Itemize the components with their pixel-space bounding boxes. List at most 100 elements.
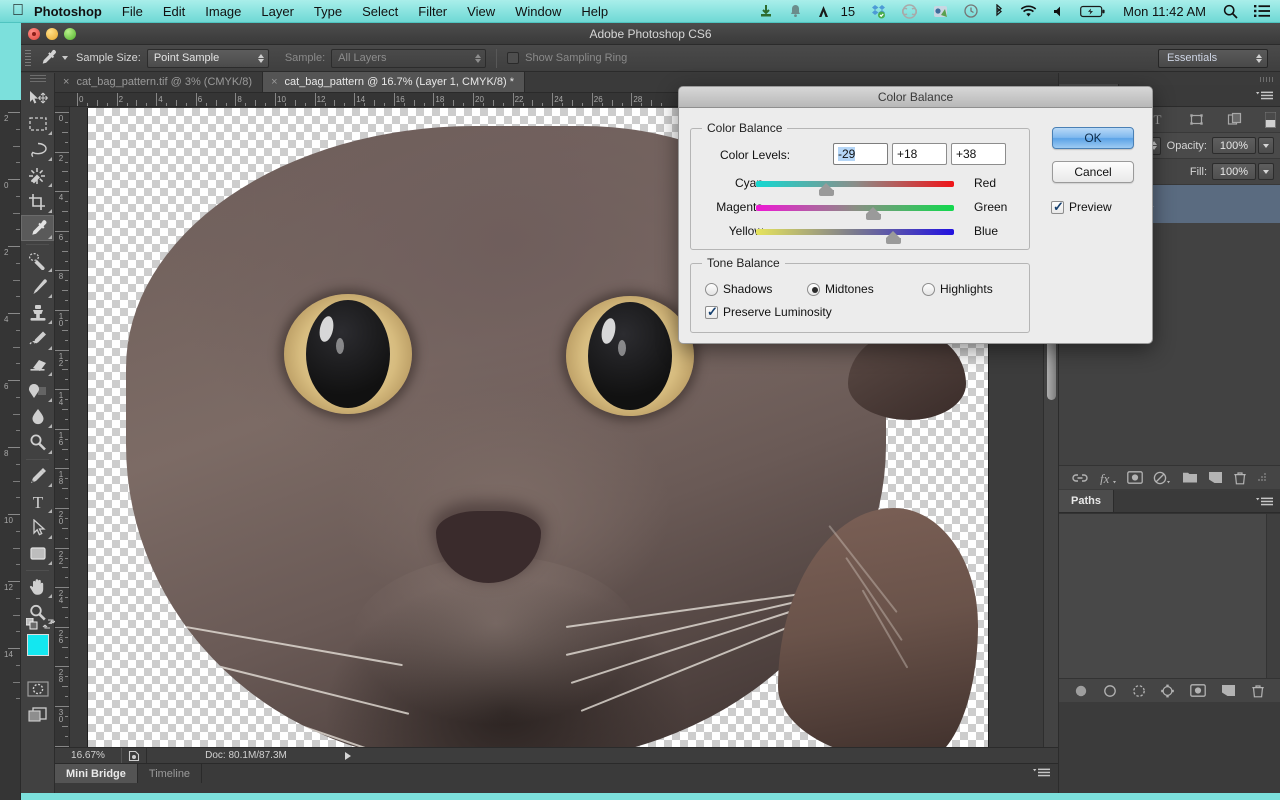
magenta-green-track[interactable] — [756, 205, 954, 211]
blur-tool[interactable] — [21, 404, 54, 430]
filter-toggle-icon[interactable] — [1265, 112, 1276, 128]
menu-item-image[interactable]: Image — [195, 4, 251, 19]
magenta-green-knob[interactable] — [866, 207, 881, 220]
window-title-bar[interactable]: Adobe Photoshop CS6 — [21, 23, 1280, 45]
fill-value[interactable]: 100% — [1212, 163, 1256, 180]
tab-mini-bridge[interactable]: Mini Bridge — [55, 764, 138, 783]
history-brush-tool[interactable] — [21, 326, 54, 352]
link-layers-icon[interactable] — [1072, 471, 1088, 485]
radio-shadows[interactable]: Shadows — [705, 282, 772, 296]
new-layer-icon[interactable] — [1208, 471, 1223, 484]
zoom-button[interactable] — [64, 28, 76, 40]
delete-layer-icon[interactable] — [1233, 471, 1247, 485]
download-icon[interactable] — [751, 4, 781, 18]
search-icon[interactable] — [1215, 4, 1246, 19]
layer-style-fx-icon[interactable]: fx — [1099, 471, 1117, 485]
rectangular-marquee-tool[interactable] — [21, 111, 54, 137]
lasso-tool[interactable] — [21, 137, 54, 163]
bell-icon[interactable] — [781, 4, 810, 18]
pen-tool[interactable] — [21, 463, 54, 489]
battery-icon[interactable] — [1072, 5, 1114, 18]
filter-shape-icon[interactable] — [1189, 112, 1204, 127]
wifi-icon[interactable] — [1012, 5, 1045, 18]
radio-midtones[interactable]: Midtones — [807, 282, 874, 296]
vertical-ruler[interactable]: 02468101214161820222426283032 — [55, 107, 70, 793]
paths-list[interactable] — [1059, 513, 1280, 678]
spot-healing-brush-tool[interactable] — [21, 248, 54, 274]
panel-resize-grip[interactable] — [1258, 473, 1267, 482]
opacity-value[interactable]: 100% — [1212, 137, 1256, 154]
color-level-blue-input[interactable]: +38 — [951, 143, 1006, 165]
play-arrow-icon[interactable] — [345, 752, 351, 760]
dialog-title-bar[interactable]: Color Balance — [679, 87, 1152, 108]
gradient-tool[interactable] — [21, 378, 54, 404]
path-selection-tool[interactable] — [21, 515, 54, 541]
foreground-color-swatch[interactable] — [27, 634, 49, 656]
close-icon[interactable]: × — [271, 76, 277, 88]
preserve-luminosity-checkbox[interactable]: Preserve Luminosity — [705, 305, 832, 319]
apple-icon[interactable]:  — [12, 3, 24, 19]
menu-item-layer[interactable]: Layer — [251, 4, 304, 19]
cancel-button[interactable]: Cancel — [1052, 161, 1134, 183]
minimize-button[interactable] — [46, 28, 58, 40]
menu-item-type[interactable]: Type — [304, 4, 352, 19]
workspace-switcher[interactable]: Essentials — [1158, 49, 1268, 68]
magic-wand-tool[interactable] — [21, 163, 54, 189]
crop-tool[interactable] — [21, 189, 54, 215]
panel-menu-icon[interactable] — [1256, 90, 1274, 101]
document-tab-0[interactable]: × cat_bag_pattern.tif @ 3% (CMYK/8) — [55, 72, 263, 92]
cyan-red-track[interactable] — [756, 181, 954, 187]
close-icon[interactable]: × — [63, 76, 69, 88]
cyan-red-knob[interactable] — [819, 183, 834, 196]
bluetooth-icon[interactable] — [986, 4, 1012, 18]
move-tool[interactable] — [21, 85, 54, 111]
sample-select[interactable]: All Layers — [331, 49, 486, 68]
adjustment-layer-icon[interactable] — [1153, 471, 1171, 485]
tool-preset-chevron-down-icon[interactable] — [62, 56, 68, 60]
list-icon[interactable] — [1246, 4, 1280, 18]
menu-item-select[interactable]: Select — [352, 4, 408, 19]
color-balance-dialog[interactable]: Color Balance Color Balance Color Levels… — [678, 86, 1153, 344]
creative-cloud-icon[interactable] — [894, 4, 925, 19]
ok-button[interactable]: OK — [1052, 127, 1134, 149]
menu-item-photoshop[interactable]: Photoshop — [24, 4, 112, 19]
menu-item-window[interactable]: Window — [505, 4, 571, 19]
menu-item-filter[interactable]: Filter — [408, 4, 457, 19]
panel-menu-icon[interactable] — [1256, 496, 1274, 507]
timemachine-icon[interactable] — [956, 4, 986, 18]
document-icon[interactable] — [121, 748, 147, 764]
color-level-red-input[interactable]: -29 — [833, 143, 888, 165]
fill-path-icon[interactable] — [1074, 684, 1088, 698]
eyedropper-icon[interactable] — [36, 47, 60, 69]
show-sampling-ring-checkbox[interactable] — [507, 52, 519, 64]
yellow-blue-track[interactable] — [756, 229, 954, 235]
screen-mode-toggle[interactable] — [21, 702, 54, 728]
paths-scrollbar[interactable] — [1266, 514, 1280, 678]
tools-panel-grip[interactable] — [21, 73, 54, 85]
type-tool[interactable]: T — [21, 489, 54, 515]
menu-item-help[interactable]: Help — [571, 4, 618, 19]
delete-path-icon[interactable] — [1251, 684, 1265, 698]
menu-item-edit[interactable]: Edit — [153, 4, 195, 19]
fill-chevron-down-icon[interactable] — [1258, 163, 1274, 180]
filter-smartobject-icon[interactable] — [1227, 112, 1242, 127]
eraser-tool[interactable] — [21, 352, 54, 378]
menu-item-file[interactable]: File — [112, 4, 153, 19]
menubar-clock[interactable]: Mon 11:42 AM — [1114, 4, 1215, 19]
document-tab-1[interactable]: × cat_bag_pattern @ 16.7% (Layer 1, CMYK… — [263, 72, 525, 92]
radio-highlights[interactable]: Highlights — [922, 282, 993, 296]
opacity-chevron-down-icon[interactable] — [1258, 137, 1274, 154]
layer-mask-icon[interactable] — [1127, 471, 1143, 484]
adobe-anywhere-icon[interactable] — [810, 5, 839, 18]
preview-checkbox[interactable]: Preview — [1051, 200, 1112, 214]
brush-tool[interactable] — [21, 274, 54, 300]
quick-mask-toggle[interactable] — [21, 676, 54, 702]
rectangle-tool[interactable] — [21, 541, 54, 567]
volume-icon[interactable] — [1045, 5, 1072, 18]
stroke-path-icon[interactable] — [1103, 684, 1117, 698]
tab-paths[interactable]: Paths — [1059, 490, 1114, 512]
eyedropper-tool[interactable] — [21, 215, 54, 241]
clone-stamp-tool[interactable] — [21, 300, 54, 326]
add-mask-icon[interactable] — [1190, 684, 1206, 697]
selection-to-path-icon[interactable] — [1160, 684, 1175, 698]
